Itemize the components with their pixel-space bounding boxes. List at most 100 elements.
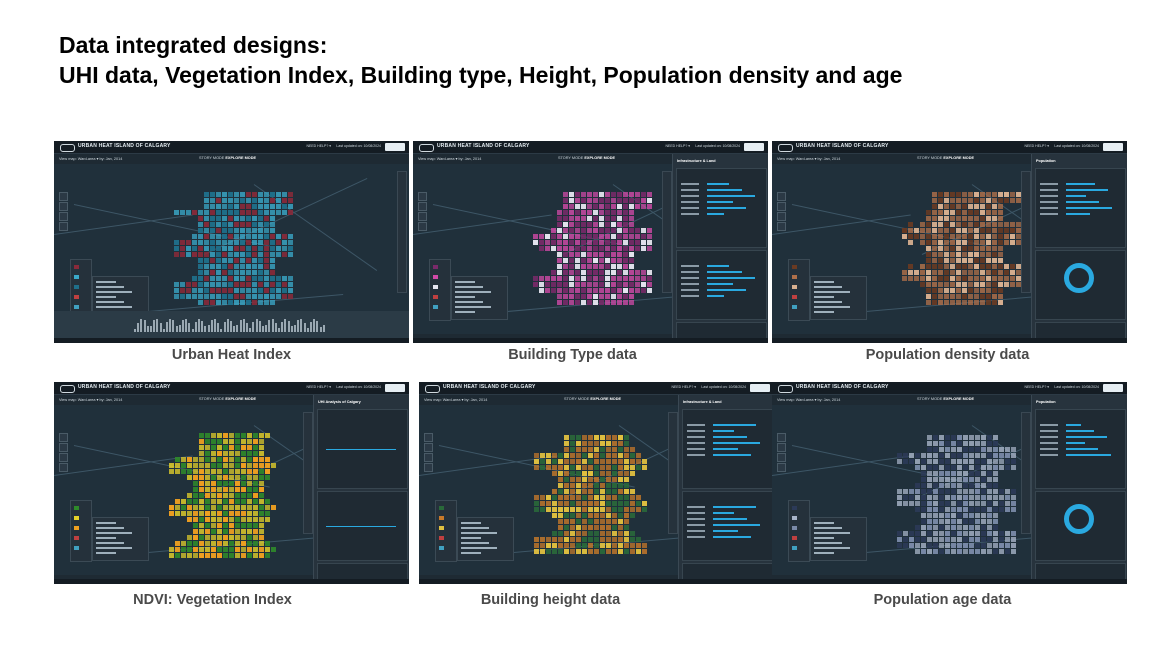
map-control-button[interactable] [777,433,786,442]
city-grid-cell [932,258,937,263]
need-help-menu[interactable]: NEED HELP? ▾ [1024,144,1049,148]
explore-mode-tab[interactable]: EXPLORE MODE [225,397,256,401]
view-map-selector[interactable]: View map: Ward-area ▾ by: Jan, 2014 [777,397,840,402]
city-grid-cell [265,541,270,546]
map-control-button[interactable] [418,222,427,231]
story-mode-tab[interactable]: STORY MODE [917,397,942,401]
city-grid-cell [998,264,1003,269]
caption-building-height: Building height data [480,592,621,608]
city-grid-cell [234,300,239,305]
explore-mode-tab[interactable]: EXPLORE MODE [943,156,974,160]
city-grid-cell [600,465,605,470]
vertical-tabs[interactable] [303,412,313,534]
map-control-button[interactable] [777,212,786,221]
panel-bar-label [687,512,705,514]
panel-bar-label [681,189,699,191]
explore-mode-tab[interactable]: EXPLORE MODE [943,397,974,401]
city-grid-cell [975,489,980,494]
city-grid-cell [963,459,968,464]
city-grid-cell [998,198,1003,203]
view-map-selector[interactable]: View map: Ward-area ▾ by: Jan, 2014 [777,156,840,161]
city-grid-cell [563,228,568,233]
need-help-menu[interactable]: NEED HELP? ▾ [665,144,690,148]
city-grid-cell [174,294,179,299]
map-control-button[interactable] [777,222,786,231]
story-mode-tab[interactable]: STORY MODE [558,156,583,160]
story-mode-tab[interactable]: STORY MODE [917,156,942,160]
story-mode-tab[interactable]: STORY MODE [199,156,224,160]
vertical-tabs[interactable] [397,171,407,293]
need-help-menu[interactable]: NEED HELP? ▾ [306,144,331,148]
city-grid-cell [240,258,245,263]
info-line [814,542,842,544]
need-help-menu[interactable]: NEED HELP? ▾ [306,385,331,389]
map-control-button[interactable] [777,192,786,201]
map-control-button[interactable] [59,443,68,452]
view-map-selector[interactable]: View map: Ward-area ▾ by: Jan, 2014 [59,397,122,402]
city-grid-cell [1010,198,1015,203]
map-control-button[interactable] [59,192,68,201]
city-grid-cell [968,252,973,257]
vertical-tabs[interactable] [1021,171,1031,293]
city-grid-cell [204,258,209,263]
map-control-button[interactable] [418,212,427,221]
view-map-selector[interactable]: View map: Ward-area ▾ by: Jan, 2014 [59,156,122,161]
city-grid-cell [920,276,925,281]
map-control-button[interactable] [777,202,786,211]
city-grid-cell [647,276,652,281]
city-grid-cell [897,459,902,464]
need-help-menu[interactable]: NEED HELP? ▾ [671,385,696,389]
city-grid-cell [1011,501,1016,506]
vertical-tabs[interactable] [662,171,672,293]
map-control-button[interactable] [418,192,427,201]
story-mode-tab[interactable]: STORY MODE [199,397,224,401]
map-control-button[interactable] [777,443,786,452]
map-control-button[interactable] [59,463,68,472]
view-map-selector[interactable]: View map: Ward-area ▾ by: Jan, 2014 [424,397,487,402]
city-grid-cell [600,471,605,476]
map-control-button[interactable] [59,202,68,211]
city-grid-cell [205,541,210,546]
city-grid-cell [975,453,980,458]
map-control-button[interactable] [59,212,68,221]
city-grid-cell [623,294,628,299]
explore-mode-tab[interactable]: EXPLORE MODE [590,397,621,401]
last-updated-label: Last updated on: 10/08/2024 [695,144,740,148]
city-grid-cell [605,204,610,209]
map-control-button[interactable] [424,433,433,442]
vertical-tabs[interactable] [1021,412,1031,534]
need-help-menu[interactable]: NEED HELP? ▾ [1024,385,1049,389]
timeline-bar [236,325,239,332]
city-grid-cell [986,276,991,281]
city-grid-cell [199,541,204,546]
map-control-button[interactable] [424,463,433,472]
city-grid-cell [593,204,598,209]
city-grid-cell [951,495,956,500]
city-grid-cell [950,258,955,263]
city-grid-cell [246,216,251,221]
mode-switch: STORY MODE EXPLORE MODE [917,156,974,160]
city-grid-cell [956,240,961,245]
story-mode-tab[interactable]: STORY MODE [564,397,589,401]
map-control-button[interactable] [418,202,427,211]
map-control-button[interactable] [424,443,433,452]
city-grid-cell [951,489,956,494]
view-map-selector[interactable]: View map: Ward-area ▾ by: Jan, 2014 [418,156,481,161]
city-grid-cell [564,507,569,512]
explore-mode-tab[interactable]: EXPLORE MODE [225,156,256,160]
city-grid-cell [987,495,992,500]
map-control-button[interactable] [777,453,786,462]
city-grid-cell [588,513,593,518]
map-control-button[interactable] [424,453,433,462]
city-grid-cell [594,501,599,506]
map-control-button[interactable] [777,463,786,472]
city-grid-cell [999,459,1004,464]
city-grid-cell [588,495,593,500]
vertical-tabs[interactable] [668,412,678,534]
map-control-button[interactable] [59,433,68,442]
city-grid-cell [623,198,628,203]
map-control-button[interactable] [59,453,68,462]
map-control-button[interactable] [59,222,68,231]
explore-mode-tab[interactable]: EXPLORE MODE [584,156,615,160]
city-grid-cell [635,246,640,251]
